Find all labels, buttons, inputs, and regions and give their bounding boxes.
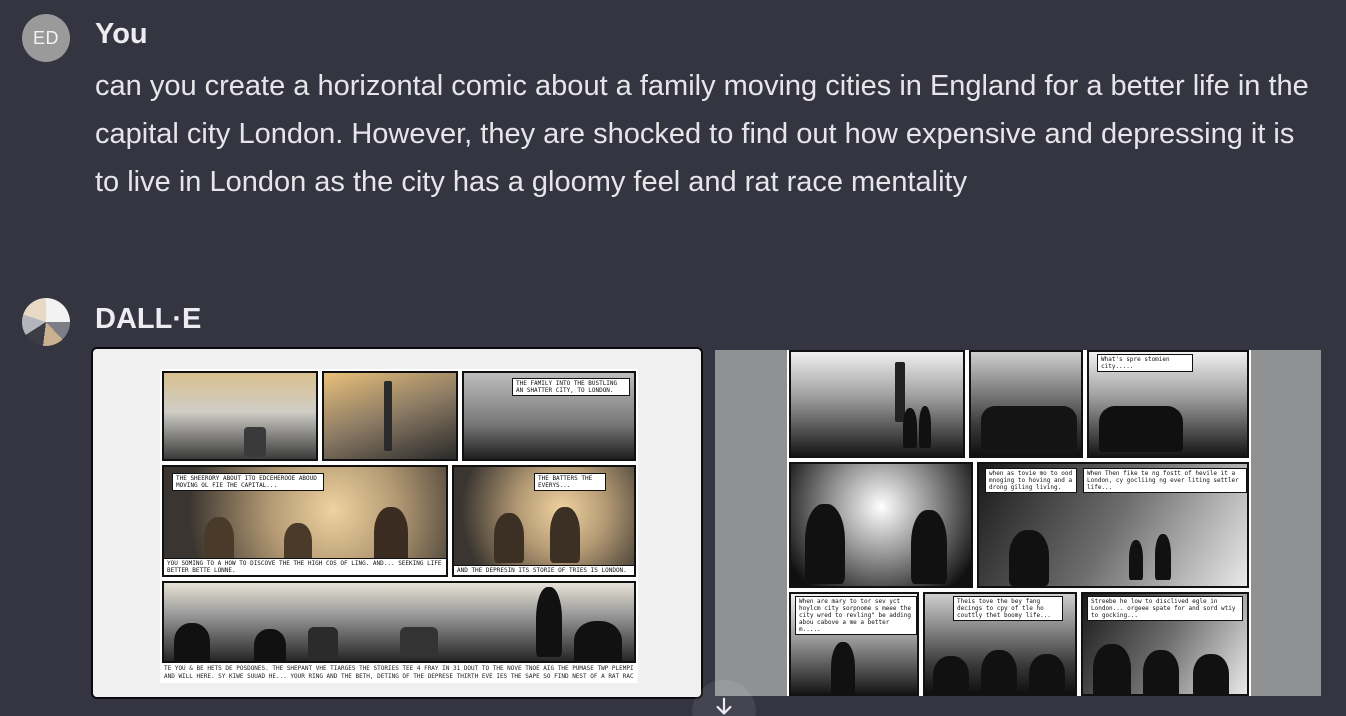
comic-caption: Theis tove the bey fang decings to cpy o… — [953, 596, 1063, 621]
comic-panel — [162, 581, 636, 663]
comic-bottom-text: TE YOU & BE HETS DE POSDONES. THE SHEPAN… — [164, 665, 634, 672]
user-message-text: can you create a horizontal comic about … — [95, 70, 1309, 198]
comic-panel: Theis tove the bey fang decings to cpy o… — [923, 592, 1077, 696]
comic-panel: When are mary to tor sev yct hoylcm city… — [789, 592, 919, 696]
comic-page-bw: What's spre stomien city..... when as to… — [787, 350, 1251, 696]
comic-caption: When are mary to tor sev yct hoylcm city… — [795, 596, 917, 635]
comic-bottom-text: AND WILL HERE. SY KIWE SUUAD HE... YOUR … — [164, 673, 634, 680]
generated-image-2[interactable]: What's spre stomien city..... when as to… — [715, 350, 1321, 696]
dalle-avatar — [22, 298, 70, 346]
comic-panel — [322, 371, 458, 461]
comic-caption: Streebe he low to disclived egle in Lond… — [1087, 596, 1243, 621]
user-avatar: ED — [22, 14, 70, 62]
assistant-author-name: DALL·E — [95, 303, 202, 335]
generated-image-1[interactable]: THE FAMILY INTO THE BUSTLING AN SHATTER … — [91, 347, 703, 699]
user-avatar-initials: ED — [32, 27, 59, 48]
chat-page: ED You can you create a horizontal comic… — [0, 0, 1346, 716]
comic-panel — [789, 350, 965, 458]
comic-caption: When Then fike te ng fostt of hevile it … — [1083, 468, 1247, 493]
comic-caption: YOU SOMING TO A HOW TO DISCOVE THE THE H… — [164, 558, 446, 575]
comic-panel — [789, 462, 973, 588]
comic-caption: THE SHEERORY ABOUT ITO EDCEHEROOE ABOUD … — [172, 473, 324, 491]
comic-caption: when as tovie mo to ood mnoging to hovin… — [985, 468, 1077, 493]
comic-panel: THE FAMILY INTO THE BUSTLING AN SHATTER … — [462, 371, 636, 461]
comic-caption: AND THE DEPRESIN ITS STORIE OF TRIES IS … — [454, 565, 634, 575]
comic-caption: THE FAMILY INTO THE BUSTLING AN SHATTER … — [512, 378, 630, 396]
comic-panel: when as tovie mo to ood mnoging to hovin… — [977, 462, 1249, 588]
arrow-down-icon — [716, 697, 732, 715]
comic-panel: What's spre stomien city..... — [1087, 350, 1249, 458]
comic-caption: What's spre stomien city..... — [1097, 354, 1193, 372]
comic-panel: THE SHEERORY ABOUT ITO EDCEHEROOE ABOUD … — [162, 465, 448, 577]
comic-panel: Streebe he low to disclived egle in Lond… — [1081, 592, 1249, 696]
comic-panel — [162, 371, 318, 461]
comic-panel — [969, 350, 1083, 458]
comic-panel: THE BATTERS THE EVERYS... AND THE DEPRES… — [452, 465, 636, 577]
comic-page-color: THE FAMILY INTO THE BUSTLING AN SHATTER … — [160, 369, 638, 683]
user-author-name: You — [95, 18, 148, 50]
comic-caption: THE BATTERS THE EVERYS... — [534, 473, 606, 491]
